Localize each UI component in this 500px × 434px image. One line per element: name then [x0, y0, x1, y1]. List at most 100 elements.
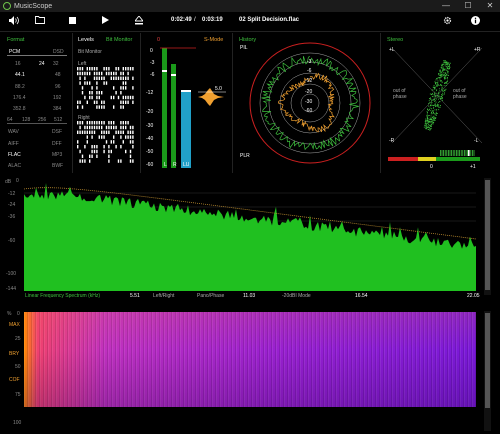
spectrum-scroll-thumb[interactable]: [485, 180, 490, 290]
spectrogram-shade: [24, 312, 476, 407]
cof-label: COF: [9, 377, 20, 383]
spectrogram-scrollbar[interactable]: [484, 311, 491, 431]
meter-tick-label: -20: [146, 109, 154, 115]
spectrogram-scroll-thumb[interactable]: [485, 313, 490, 408]
title-bar: MusicScope — ☐ ✕: [0, 0, 500, 12]
time-divider: /: [194, 17, 196, 23]
spectrum-y-tick: -36: [8, 214, 16, 220]
gear-icon[interactable]: [443, 16, 452, 27]
file-name: 02 Split Decision.flac: [239, 17, 300, 23]
format-divider: [7, 55, 67, 56]
rate-44-1: 44.1: [15, 72, 25, 78]
s-mode-label[interactable]: S-Mode: [204, 37, 223, 43]
eject-icon[interactable]: [134, 15, 144, 27]
correlation-meter: [388, 150, 480, 161]
ring-label-20: -20: [305, 89, 313, 95]
rate-352-8: 352.8: [13, 106, 26, 112]
spectrum-y-tick: -100: [6, 271, 17, 277]
container-flac: FLAC: [8, 152, 21, 158]
rate-384: 384: [53, 106, 62, 112]
levels-title[interactable]: Levels: [78, 37, 94, 43]
spectrum-graph: [24, 181, 476, 291]
spectrum-scrollbar[interactable]: [484, 178, 491, 295]
panel-separator: [232, 33, 233, 173]
meter-lu-label: LU: [183, 162, 190, 168]
container-aiff: AIFF: [8, 141, 19, 147]
bit-monitor-label: Bit Monitor: [78, 49, 102, 55]
container-mp3: MP3: [52, 152, 63, 158]
spectrum-y-tick: -144: [6, 286, 17, 292]
spectrum-y-tick: -24: [8, 202, 16, 208]
spectrum-y-tick: -12: [8, 191, 16, 197]
bit-24: 24: [39, 61, 45, 67]
rate-88-2: 88.2: [15, 84, 25, 90]
mode-left-right[interactable]: Left/Right: [153, 293, 174, 299]
bit-monitor-tab[interactable]: Bit Monitor: [106, 37, 132, 43]
ring-label-6: -6: [307, 68, 312, 74]
container-bwf: BWF: [52, 163, 64, 169]
ring-label-12: -12: [305, 78, 313, 84]
elapsed-time: 0:02:49: [171, 17, 192, 23]
folder-icon[interactable]: [35, 16, 45, 26]
x-tick-16-54: 16.54: [355, 293, 368, 299]
app-logo-icon: [3, 2, 11, 10]
meter-tick-label: 0: [150, 48, 153, 54]
stop-icon[interactable]: [69, 16, 76, 26]
meter-tick-label: -12: [146, 90, 154, 96]
container-alac: ALAC: [8, 163, 22, 169]
sg-tick-75: 75: [15, 392, 21, 398]
sg-tick-100: 100: [13, 420, 22, 426]
toolbar: 0:02:49 / 0:03:19 02 Split Decision.flac: [0, 12, 500, 32]
correlation-plus-one: +1: [470, 164, 476, 170]
mode-20dbi[interactable]: -20dBI Mode: [282, 293, 311, 299]
right-bit-grid: [77, 121, 134, 163]
meter-tick-label: -6: [150, 72, 155, 78]
rate-192: 192: [53, 95, 62, 101]
x-tick-5-51: 5.51: [130, 293, 140, 299]
rate-176-4: 176.4: [13, 95, 26, 101]
x-tick-11-03: 11.03: [243, 293, 256, 299]
stereo-title[interactable]: Stereo: [387, 37, 403, 43]
panel-separator: [140, 33, 141, 173]
meter-r-label: R: [173, 162, 177, 168]
close-button[interactable]: ✕: [480, 0, 500, 12]
sg-tick-25: 25: [15, 336, 21, 342]
ring-label-30: -30: [305, 99, 313, 105]
pil-label: PIL: [240, 45, 248, 51]
db-label: dB: [5, 179, 12, 185]
meter-tick-label: -3: [150, 60, 155, 66]
panel-separator: [72, 33, 73, 173]
info-icon[interactable]: [471, 16, 480, 27]
spectrogram-graph: [24, 312, 476, 407]
peak-value: 5.0: [215, 86, 222, 92]
play-icon[interactable]: [102, 16, 109, 26]
spectrum-caption: Linear Frequency Spectrum (kHz): [25, 293, 101, 299]
ring-label-3: -3: [307, 59, 312, 65]
pct-label: %: [7, 311, 12, 317]
spectrum-y-tick: -60: [8, 238, 16, 244]
total-time: 0:03:19: [202, 17, 223, 23]
meter-tick-label: -40: [146, 136, 154, 142]
panel-separator: [380, 33, 381, 173]
rate-48: 48: [55, 72, 61, 78]
volume-icon[interactable]: [9, 16, 19, 27]
spectrum-y-tick: 0: [16, 178, 19, 184]
sg-tick-0: 0: [17, 311, 20, 317]
rate-96: 96: [55, 84, 61, 90]
max-label: MAX: [9, 322, 20, 328]
mode-pano-phase[interactable]: Pano/Phase: [197, 293, 224, 299]
bry-label: BRY: [9, 351, 20, 357]
container-dsf: DSF: [52, 129, 62, 135]
x-tick-22-05: 22.05: [467, 293, 480, 299]
meter-tick-label: -30: [146, 123, 154, 129]
bit-16: 16: [15, 61, 21, 67]
ring-label-60: -60: [305, 108, 313, 114]
format-divider-2: [7, 123, 67, 124]
maximize-button[interactable]: ☐: [458, 0, 478, 12]
app-title: MusicScope: [14, 2, 53, 10]
container-wav: WAV: [8, 129, 19, 135]
left-bit-grid: [77, 67, 134, 109]
minimize-button[interactable]: —: [436, 0, 456, 12]
meter-tick-label: -50: [146, 149, 154, 155]
sg-tick-50: 50: [15, 364, 21, 370]
